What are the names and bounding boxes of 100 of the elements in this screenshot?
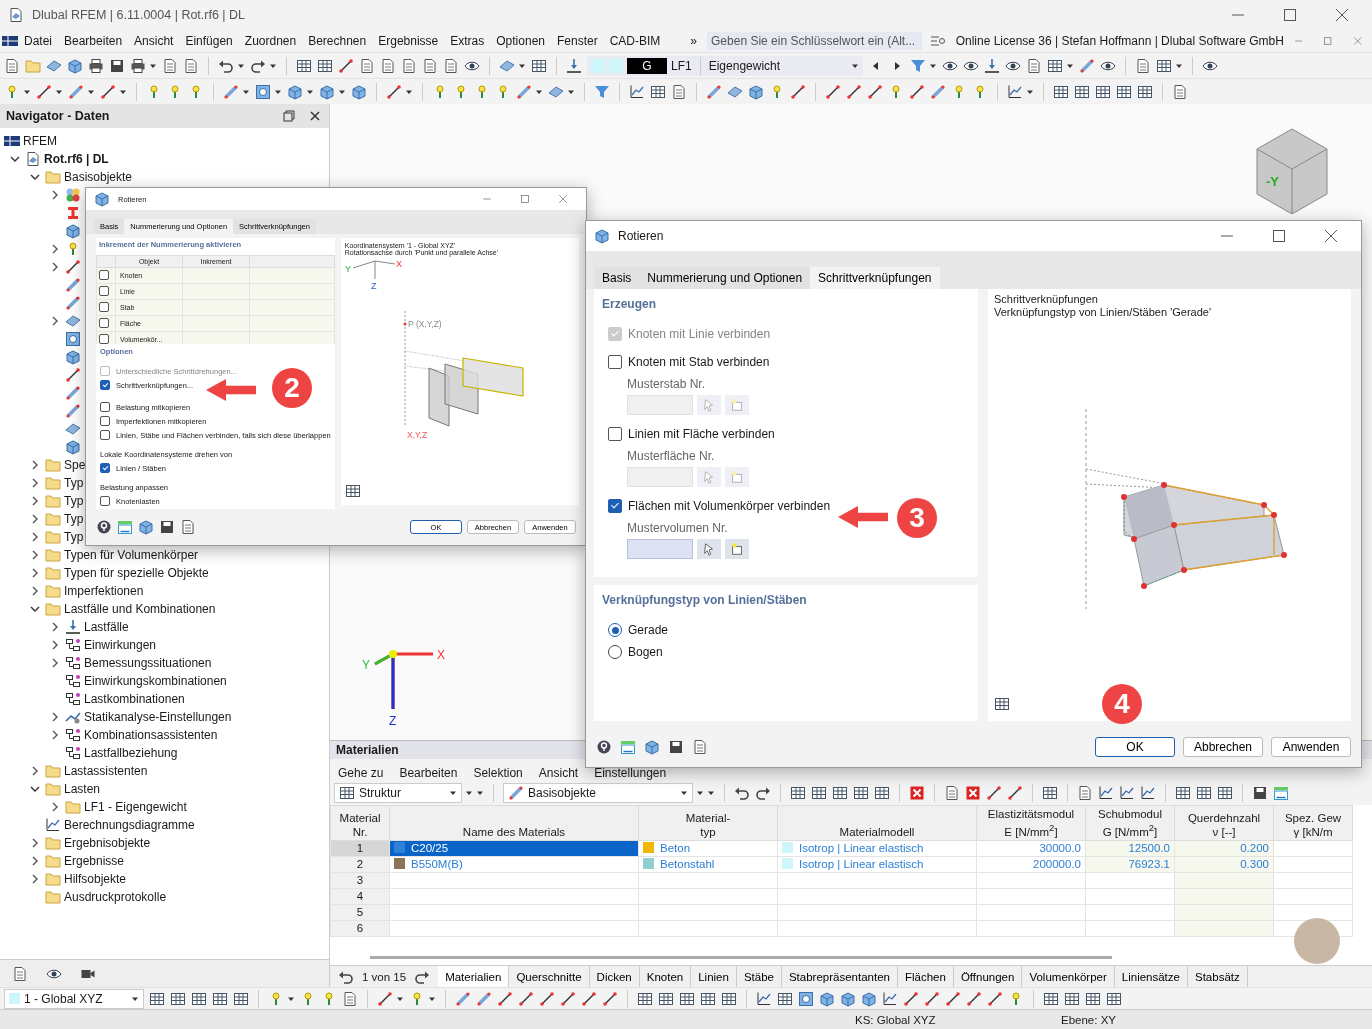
redo-icon[interactable]: [755, 785, 771, 801]
line-icon[interactable]: [386, 83, 402, 100]
tree-item[interactable]: Kombinationsassistenten: [84, 728, 218, 742]
help-icon[interactable]: [596, 739, 612, 755]
table-icon[interactable]: [832, 785, 848, 801]
table-icon[interactable]: [658, 990, 674, 1007]
cube-icon[interactable]: [351, 83, 367, 100]
app-logo-icon[interactable]: [2, 33, 18, 49]
table-icon[interactable]: [1155, 57, 1172, 74]
checkbox[interactable]: [100, 496, 110, 506]
table-icon[interactable]: [777, 990, 793, 1007]
document-icon[interactable]: [422, 57, 438, 74]
line-icon[interactable]: [539, 990, 555, 1007]
printer-icon[interactable]: [130, 57, 146, 74]
combination-icon[interactable]: [65, 637, 81, 653]
line-icon[interactable]: [560, 990, 576, 1007]
load-icon[interactable]: [566, 57, 582, 74]
menu-item[interactable]: Berechnen: [302, 34, 373, 48]
combination-icon[interactable]: [65, 655, 81, 671]
document-icon[interactable]: [342, 990, 358, 1007]
member-icon[interactable]: [65, 403, 81, 419]
table-icon[interactable]: [1064, 990, 1080, 1007]
column-header[interactable]: Spez. Gew γ [kN/m: [1273, 805, 1353, 841]
overflow-chevron[interactable]: »: [684, 34, 704, 48]
diagram-icon[interactable]: [1119, 785, 1135, 801]
cube-icon[interactable]: [861, 990, 877, 1007]
cube-icon[interactable]: [319, 83, 335, 100]
tree-item[interactable]: Lastfallbeziehung: [84, 746, 178, 760]
document-icon[interactable]: [162, 57, 178, 74]
column-header[interactable]: Elastizitätsmodul E [N/mm$^{2}$]: [976, 805, 1086, 841]
line-icon[interactable]: [909, 83, 925, 100]
table-icon[interactable]: [637, 990, 653, 1007]
tree-item[interactable]: Ergebnisobjekte: [64, 836, 151, 850]
structure-dropdown[interactable]: Struktur: [334, 783, 462, 803]
delete-icon[interactable]: [909, 785, 925, 801]
tree-item[interactable]: Berechnungsdiagramme: [64, 818, 195, 832]
maximize-icon[interactable]: [1271, 228, 1287, 244]
member-icon[interactable]: [516, 83, 532, 100]
member-icon[interactable]: [65, 277, 81, 293]
delete-icon[interactable]: [965, 785, 981, 801]
line-icon[interactable]: [846, 83, 862, 100]
tree-item[interactable]: Typ: [64, 512, 84, 526]
table-icon[interactable]: [1074, 83, 1090, 100]
menu-item[interactable]: Zuordnen: [238, 34, 303, 48]
diagram-icon[interactable]: [1140, 785, 1156, 801]
menu-item[interactable]: Datei: [18, 34, 58, 48]
line-icon[interactable]: [65, 259, 81, 275]
checkbox[interactable]: [100, 380, 110, 390]
member-icon[interactable]: [476, 990, 492, 1007]
table-icon[interactable]: [1046, 57, 1063, 74]
tree-item[interactable]: Typ: [64, 530, 84, 544]
cube-icon[interactable]: [138, 519, 154, 535]
line-icon[interactable]: [966, 990, 982, 1007]
column-header[interactable]: Schubmodul G [N/mm$^{2}$]: [1085, 805, 1175, 841]
menu-item[interactable]: Selektion: [473, 766, 523, 780]
combination-icon[interactable]: [65, 673, 81, 689]
table-icon[interactable]: [700, 990, 716, 1007]
table-icon[interactable]: [994, 696, 1010, 712]
tree-item[interactable]: Statikanalyse-Einstellungen: [84, 710, 232, 724]
table-icon[interactable]: [296, 57, 312, 74]
menu-item[interactable]: Optionen: [490, 34, 551, 48]
close-icon[interactable]: [1323, 228, 1339, 244]
tree-item[interactable]: Lasten: [64, 782, 101, 796]
member-icon[interactable]: [930, 83, 946, 100]
member-icon[interactable]: [223, 83, 239, 100]
table-icon[interactable]: [344, 483, 361, 499]
member-icon[interactable]: [65, 295, 81, 311]
menu-item[interactable]: Bearbeiten: [399, 766, 458, 780]
tree-item[interactable]: Ausdruckprotokolle: [64, 890, 167, 904]
search-icon[interactable]: [929, 33, 946, 49]
line-icon[interactable]: [36, 83, 52, 100]
line-icon[interactable]: [987, 990, 1003, 1007]
menu-item[interactable]: Ansicht: [538, 766, 579, 780]
checkbox[interactable]: [100, 416, 110, 426]
line-icon[interactable]: [65, 367, 81, 383]
menu-item[interactable]: Bearbeiten: [58, 34, 129, 48]
line-icon[interactable]: [790, 83, 806, 100]
category-dropdown[interactable]: Basisobjekte: [503, 783, 693, 803]
combination-icon[interactable]: [65, 727, 81, 743]
load-icon[interactable]: [65, 619, 81, 635]
table-icon[interactable]: [721, 990, 737, 1007]
table-icon[interactable]: [650, 83, 666, 100]
diagram-icon[interactable]: [756, 990, 772, 1007]
line-icon[interactable]: [518, 990, 534, 1007]
tree-item[interactable]: Typ: [64, 476, 84, 490]
funnel-icon[interactable]: [594, 83, 610, 100]
document-icon[interactable]: [183, 57, 199, 74]
diagram-icon[interactable]: [882, 990, 898, 1007]
member-icon[interactable]: [1078, 57, 1095, 74]
line-icon[interactable]: [581, 990, 597, 1007]
tree-item[interactable]: Hilfsobjekte: [64, 872, 127, 886]
column-header[interactable]: Name des Materials: [389, 805, 639, 841]
dialog-tab[interactable]: Basis: [594, 267, 640, 289]
combination-icon[interactable]: [65, 745, 81, 761]
dialog-tab[interactable]: Nummerierung und Optionen: [639, 267, 811, 289]
document-icon[interactable]: [692, 739, 708, 755]
table-icon[interactable]: [1043, 990, 1059, 1007]
cube-icon[interactable]: [748, 83, 764, 100]
table-icon[interactable]: [170, 990, 186, 1007]
line-icon[interactable]: [945, 990, 961, 1007]
